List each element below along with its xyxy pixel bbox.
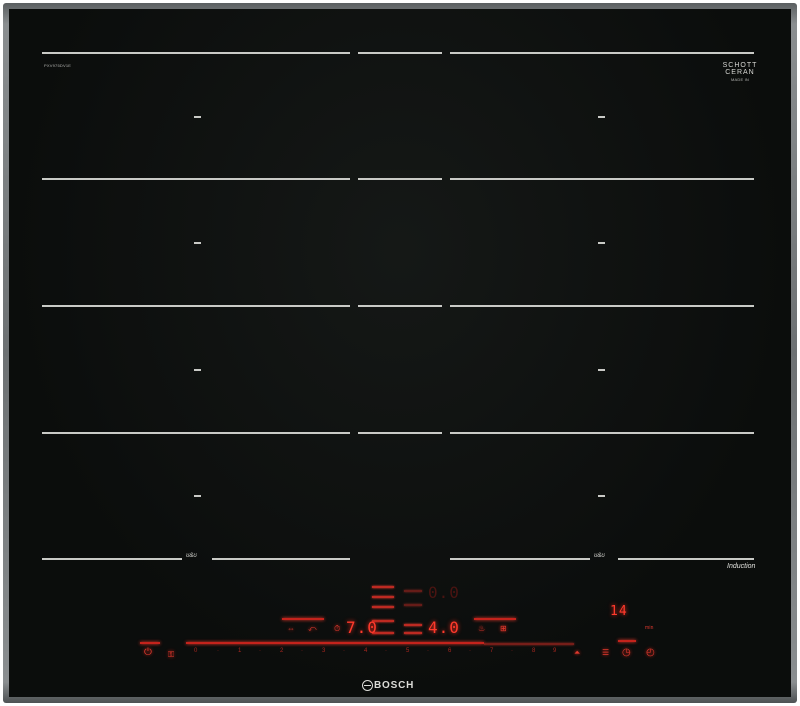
schott-ceran-logo: SCHOTT CERAN MADE IN [720, 62, 760, 83]
menu-icon[interactable]: ☰ [602, 648, 609, 658]
flex-zone-symbol-right: ʊ&ʊ [594, 553, 605, 559]
power-level-bar-2 [372, 596, 394, 598]
scale-label-5[interactable]: 5 [406, 648, 409, 654]
power-button-underline [140, 642, 160, 644]
timer-display: 14 [610, 604, 628, 619]
zone-mark-left-2 [194, 242, 201, 244]
timer-select [618, 640, 636, 642]
ceramic-glass-surface [9, 9, 791, 697]
made-in-text: MADE IN [730, 77, 750, 82]
power-level-bar-9 [404, 632, 422, 634]
top-zone-display: 0.0 [428, 583, 460, 602]
center-line-2 [358, 178, 442, 180]
power-icon[interactable]: ⏻ [144, 648, 152, 658]
scale-dot: · [427, 648, 429, 654]
scale-label-1[interactable]: 1 [238, 648, 241, 654]
scale-label-9[interactable]: 9 [553, 648, 556, 654]
scale-dot: · [343, 648, 345, 654]
scale-label-2[interactable]: 2 [280, 648, 283, 654]
induction-label: Induction [727, 563, 756, 570]
zone-line-right-3 [450, 305, 754, 307]
zone-mark-left-3 [194, 369, 201, 371]
schott-text: SCHOTT [722, 62, 758, 69]
scale-dot: · [301, 648, 303, 654]
scale-label-4[interactable]: 4 [364, 648, 367, 654]
keep-warm-icon[interactable]: ⊞ [500, 624, 507, 634]
scale-dot: · [217, 648, 219, 654]
timer-icon[interactable]: ⏱ [334, 624, 340, 634]
zone-line-right-1 [450, 52, 754, 54]
ceran-text: CERAN [725, 69, 755, 76]
scale-dot: · [259, 648, 261, 654]
zone-mark-right-4 [598, 495, 605, 497]
power-slider-track-end [484, 643, 574, 645]
scale-label-7[interactable]: 7 [490, 648, 493, 654]
boost-icon[interactable]: ⏶ [574, 648, 580, 658]
scale-dot: · [385, 648, 387, 654]
scale-dot: · [469, 648, 471, 654]
power-level-bar-6 [404, 590, 422, 592]
zone-line-right-4 [450, 432, 754, 434]
flex-line-left-a [42, 558, 182, 560]
zone-mark-right-2 [598, 242, 605, 244]
left-zone-display: 7.0 [346, 618, 378, 637]
center-line-3 [358, 305, 442, 307]
brand-name: BOSCH [374, 680, 415, 691]
power-level-bar-3 [372, 606, 394, 608]
scale-label-0[interactable]: 0 [194, 648, 197, 654]
scale-label-3[interactable]: 3 [322, 648, 325, 654]
scale-label-6[interactable]: 6 [448, 648, 451, 654]
zone-line-left-1 [42, 52, 350, 54]
flex-line-right-b [618, 558, 754, 560]
power-level-bar-8 [404, 624, 422, 626]
center-line-4 [358, 432, 442, 434]
scale-dot: · [511, 648, 513, 654]
child-lock-icon[interactable]: ⚿ [168, 650, 174, 660]
bosch-logo-icon [362, 680, 373, 691]
flex-line-right-a [450, 558, 590, 560]
power-level-bar-7 [404, 604, 422, 606]
zone-line-right-2 [450, 178, 754, 180]
zone-mark-right-1 [598, 116, 605, 118]
frying-sensor-icon[interactable]: ⤺ [308, 624, 317, 634]
zone-select-right [474, 618, 516, 620]
zone-line-left-3 [42, 305, 350, 307]
clock-icon[interactable]: ◷ [622, 648, 631, 658]
move-mode-icon[interactable]: ⇔ [287, 624, 295, 634]
flex-zone-symbol-left: ʊ&ʊ [186, 553, 197, 559]
zone-select-left [282, 618, 324, 620]
pot-icon[interactable]: ♨ [478, 624, 485, 634]
power-slider-track[interactable] [186, 642, 484, 644]
right-zone-display: 4.0 [428, 618, 460, 637]
model-code: PXV975DV1E [44, 63, 72, 68]
power-level-bar-1 [372, 586, 394, 588]
zone-line-left-2 [42, 178, 350, 180]
zone-mark-left-1 [194, 116, 201, 118]
scale-label-8[interactable]: 8 [532, 648, 535, 654]
timer-unit: min [645, 625, 654, 631]
zone-mark-right-3 [598, 369, 605, 371]
timer-clock-icon[interactable]: ◴ [646, 648, 655, 658]
flex-line-left-b [212, 558, 350, 560]
zone-line-left-4 [42, 432, 350, 434]
center-line-1 [358, 52, 442, 54]
zone-mark-left-4 [194, 495, 201, 497]
